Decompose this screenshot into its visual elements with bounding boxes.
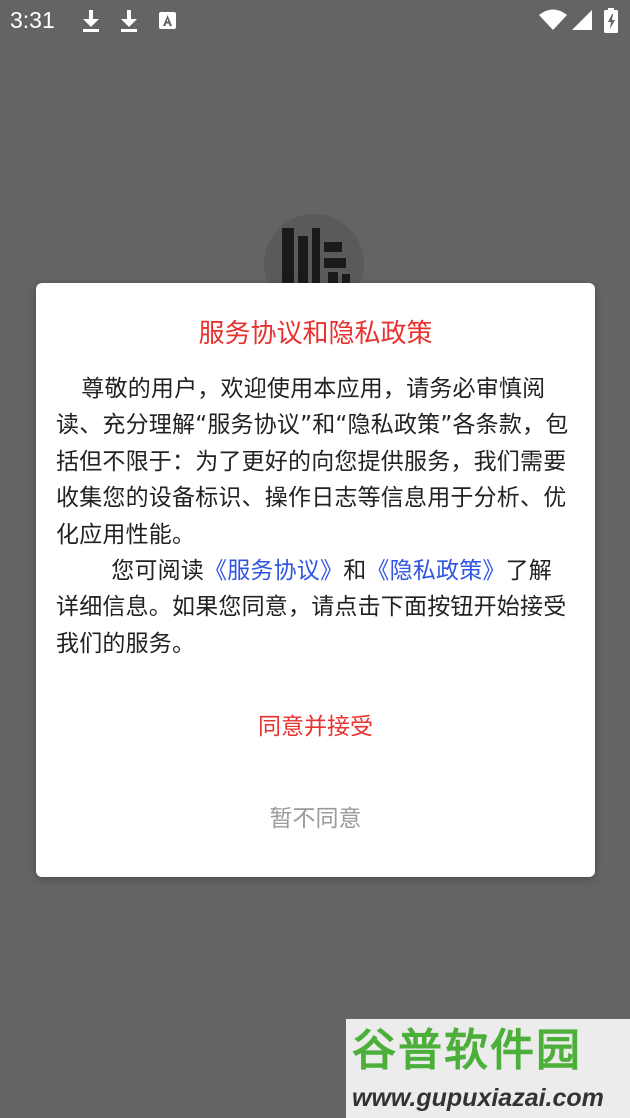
screen: 3:31 服务协议和隐私政策 尊敬的用户，欢迎使用本应用，请务必审慎阅读、充分理… — [0, 0, 630, 1118]
download-icon — [80, 8, 102, 32]
status-bar: 3:31 — [0, 0, 630, 40]
watermark: 谷普软件园 www.gupuxiazai.com — [346, 1019, 630, 1118]
privacy-dialog: 服务协议和隐私政策 尊敬的用户，欢迎使用本应用，请务必审慎阅读、充分理解“服务协… — [36, 283, 595, 877]
status-time: 3:31 — [10, 7, 55, 33]
agree-button[interactable]: 同意并接受 — [36, 707, 595, 747]
download-icon — [118, 8, 140, 32]
dialog-body: 尊敬的用户，欢迎使用本应用，请务必审慎阅读、充分理解“服务协议”和“隐私政策”各… — [56, 371, 573, 662]
watermark-logo: 谷普软件园 — [352, 1025, 582, 1076]
disagree-button[interactable]: 暂不同意 — [36, 799, 595, 839]
dialog-paragraph-1: 尊敬的用户，欢迎使用本应用，请务必审慎阅读、充分理解“服务协议”和“隐私政策”各… — [56, 376, 569, 548]
dialog-paragraph-2: 您可阅读《服务协议》和《隐私政策》了解详细信息。如果您同意，请点击下面按钮开始接… — [56, 553, 573, 662]
wifi-icon — [538, 8, 568, 32]
dialog-title: 服务协议和隐私政策 — [198, 319, 433, 349]
a-icon — [157, 8, 179, 32]
watermark-url: www.gupuxiazai.com — [352, 1084, 604, 1112]
privacy-policy-link[interactable]: 《隐私政策》 — [366, 558, 505, 584]
service-agreement-link[interactable]: 《服务协议》 — [204, 558, 343, 584]
paragraph-2-and: 和 — [343, 558, 367, 585]
battery-icon — [602, 8, 622, 33]
signal-icon — [570, 8, 594, 32]
paragraph-2-prefix: 您可阅读 — [111, 558, 204, 585]
